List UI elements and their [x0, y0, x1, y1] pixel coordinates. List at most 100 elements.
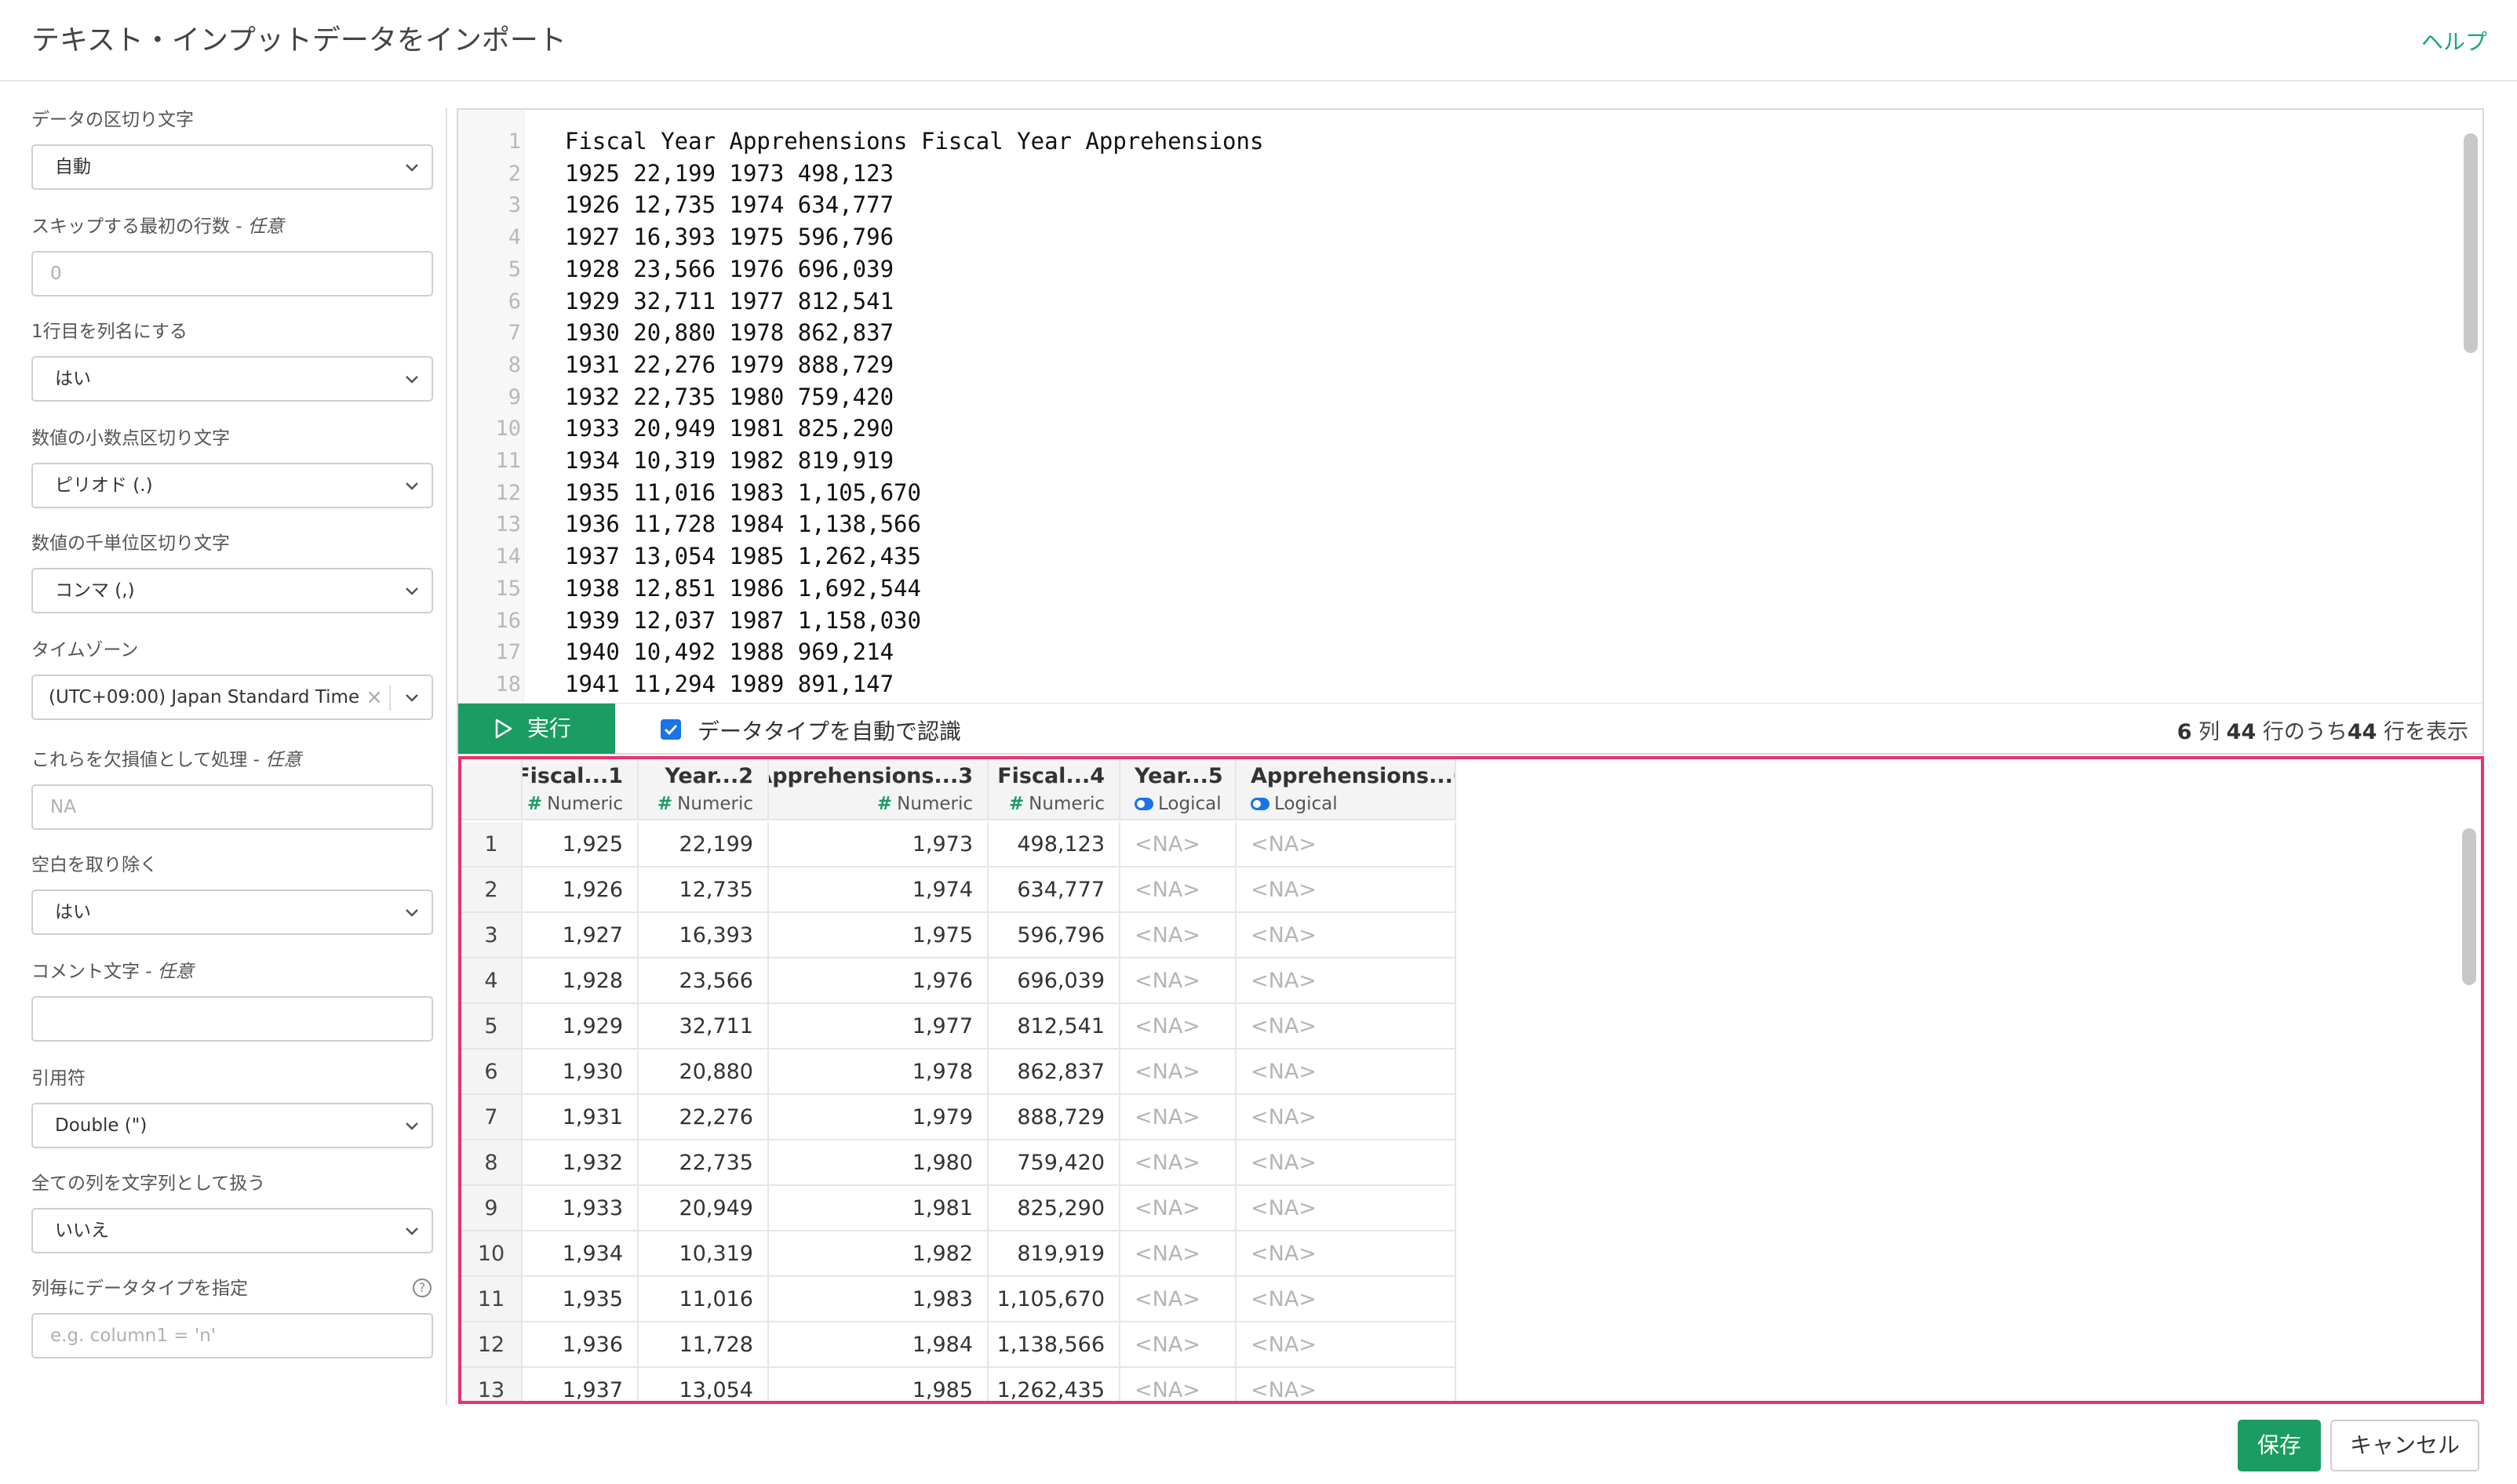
row-index: 9 [461, 1186, 523, 1231]
table-cell: 11,728 [639, 1322, 769, 1368]
delimiter-select[interactable]: 自動 [31, 144, 433, 190]
table-cell: 20,949 [639, 1186, 769, 1231]
table-cell: 10,319 [639, 1231, 769, 1277]
line-text: 1935 11,016 1983 1,105,670 [565, 478, 921, 506]
table-cell: 1,977 [769, 1004, 989, 1049]
table-cell: 1,981 [769, 1186, 989, 1231]
table-cell: <NA> [1237, 958, 1456, 1004]
column-header[interactable]: Fiscal...1 # Numeric [523, 759, 639, 820]
table-cell: <NA> [1237, 1322, 1456, 1368]
table-cell: 1,105,670 [989, 1277, 1120, 1322]
row-index: 1 [461, 822, 523, 867]
table-cell: <NA> [1120, 867, 1237, 913]
table-cell: 1,930 [523, 1049, 639, 1095]
comment-char-input[interactable] [31, 996, 433, 1042]
timezone-select[interactable]: (UTC+09:00) Japan Standard Time × [31, 675, 433, 720]
save-button[interactable]: 保存 [2238, 1420, 2321, 1471]
clear-icon[interactable]: × [366, 676, 383, 718]
trim-whitespace-field: 空白を取り除く はい [31, 853, 433, 935]
table-cell: 696,039 [989, 958, 1120, 1004]
cancel-button[interactable]: キャンセル [2330, 1420, 2479, 1471]
column-header[interactable]: Fiscal...4 # Numeric [989, 759, 1120, 820]
data-preview-grid: Fiscal...1 # Numeric Year...2 # Numeric Appreh… [458, 756, 2484, 1404]
column-header[interactable]: Year...5 Logical [1120, 759, 1237, 820]
column-header[interactable]: Apprehensions...3 # Numeric [769, 759, 989, 820]
na-values-input[interactable]: NA [31, 784, 433, 830]
chevron-down-icon [406, 164, 418, 172]
table-cell: 22,735 [639, 1140, 769, 1186]
row-index: 7 [461, 1095, 523, 1140]
run-button[interactable]: 実行 [458, 704, 615, 754]
column-header[interactable]: Year...2 # Numeric [639, 759, 769, 820]
table-cell: 1,932 [523, 1140, 639, 1186]
column-type-label: Numeric [897, 794, 973, 814]
logical-toggle-icon [1251, 798, 1269, 810]
grid-scrollbar[interactable] [2462, 828, 2476, 985]
line-number: 18 [495, 671, 521, 697]
editor-line: 5 1928 23,566 1976 696,039 [458, 253, 2435, 286]
row-index: 2 [461, 867, 523, 913]
column-header[interactable]: Apprehensions...6 Logical [1237, 759, 1456, 820]
table-cell: <NA> [1120, 1140, 1237, 1186]
chevron-down-icon [406, 1228, 418, 1235]
header-row-select[interactable]: はい [31, 356, 433, 402]
skip-rows-input[interactable]: 0 [31, 251, 433, 296]
delimiter-label: データの区切り文字 [31, 110, 194, 130]
quote-select[interactable]: Double (") [31, 1103, 433, 1148]
line-text: 1931 22,276 1979 888,729 [565, 351, 894, 378]
line-text: 1938 12,851 1986 1,692,544 [565, 574, 921, 602]
line-text: 1937 13,054 1985 1,262,435 [565, 543, 921, 570]
help-link[interactable]: ヘルプ [2421, 25, 2487, 56]
line-number: 6 [508, 289, 521, 314]
column-type-label: Logical [1158, 794, 1222, 814]
table-cell: 498,123 [989, 822, 1120, 867]
line-text: 1934 10,319 1982 819,919 [565, 447, 894, 474]
question-icon[interactable]: ? [413, 1278, 432, 1297]
quote-label: 引用符 [31, 1068, 86, 1089]
column-types-input[interactable]: e.g. column1 = 'n' [31, 1313, 433, 1359]
trim-whitespace-label: 空白を取り除く [31, 855, 158, 875]
line-text: 1941 11,294 1989 891,147 [565, 670, 894, 697]
grid-corner [461, 759, 523, 820]
line-number: 13 [495, 512, 521, 537]
table-cell: 1,979 [769, 1095, 989, 1140]
editor-line: 14 1937 13,054 1985 1,262,435 [458, 540, 2435, 573]
all-character-select[interactable]: いいえ [31, 1208, 433, 1253]
editor-line: 16 1939 12,037 1987 1,158,030 [458, 605, 2435, 637]
column-type: # Numeric [1009, 794, 1105, 814]
table-cell: <NA> [1120, 1231, 1237, 1277]
column-type: # Numeric [657, 794, 753, 814]
chevron-down-icon [406, 376, 418, 384]
line-number: 10 [495, 416, 521, 442]
column-type-label: Numeric [677, 794, 753, 814]
trim-whitespace-select[interactable]: はい [31, 889, 433, 935]
table-cell: 22,199 [639, 822, 769, 867]
table-cell: 1,974 [769, 867, 989, 913]
table-cell: <NA> [1120, 1322, 1237, 1368]
table-cell: 1,931 [523, 1095, 639, 1140]
table-cell: 11,016 [639, 1277, 769, 1322]
table-cell: 812,541 [989, 1004, 1120, 1049]
decimal-mark-select[interactable]: ピリオド (.) [31, 463, 433, 508]
column-types-label: 列毎にデータタイプを指定 [31, 1278, 248, 1299]
line-text: 1932 22,735 1980 759,420 [565, 383, 894, 410]
column-type: # Numeric [527, 794, 623, 814]
line-number: 9 [508, 384, 521, 409]
table-cell: 1,935 [523, 1277, 639, 1322]
editor-scrollbar[interactable] [2464, 133, 2478, 353]
grouping-mark-field: 数値の千単位区切り文字 コンマ (,) [31, 532, 433, 613]
column-name: Fiscal...1 [523, 764, 623, 788]
line-text: Fiscal Year Apprehensions Fiscal Year Ap… [565, 128, 1264, 155]
grouping-mark-value: コンマ (,) [55, 580, 135, 601]
timezone-label: タイムゾーン [31, 640, 139, 660]
column-name: Year...5 [1135, 764, 1223, 788]
row-index: 13 [461, 1368, 523, 1401]
auto-type-checkbox[interactable] [661, 719, 681, 740]
row-count-info: 6 列 44 行のうち44 行を表示 [2176, 720, 2468, 744]
all-character-field: 全ての列を文字列として扱う いいえ [31, 1172, 433, 1253]
grouping-mark-select[interactable]: コンマ (,) [31, 568, 433, 613]
text-editor[interactable]: 1 Fiscal Year Apprehensions Fiscal Year A… [457, 108, 2484, 704]
editor-line: 13 1936 11,728 1984 1,138,566 [458, 508, 2435, 540]
column-name: Apprehensions...3 [769, 764, 973, 788]
table-cell: 759,420 [989, 1140, 1120, 1186]
